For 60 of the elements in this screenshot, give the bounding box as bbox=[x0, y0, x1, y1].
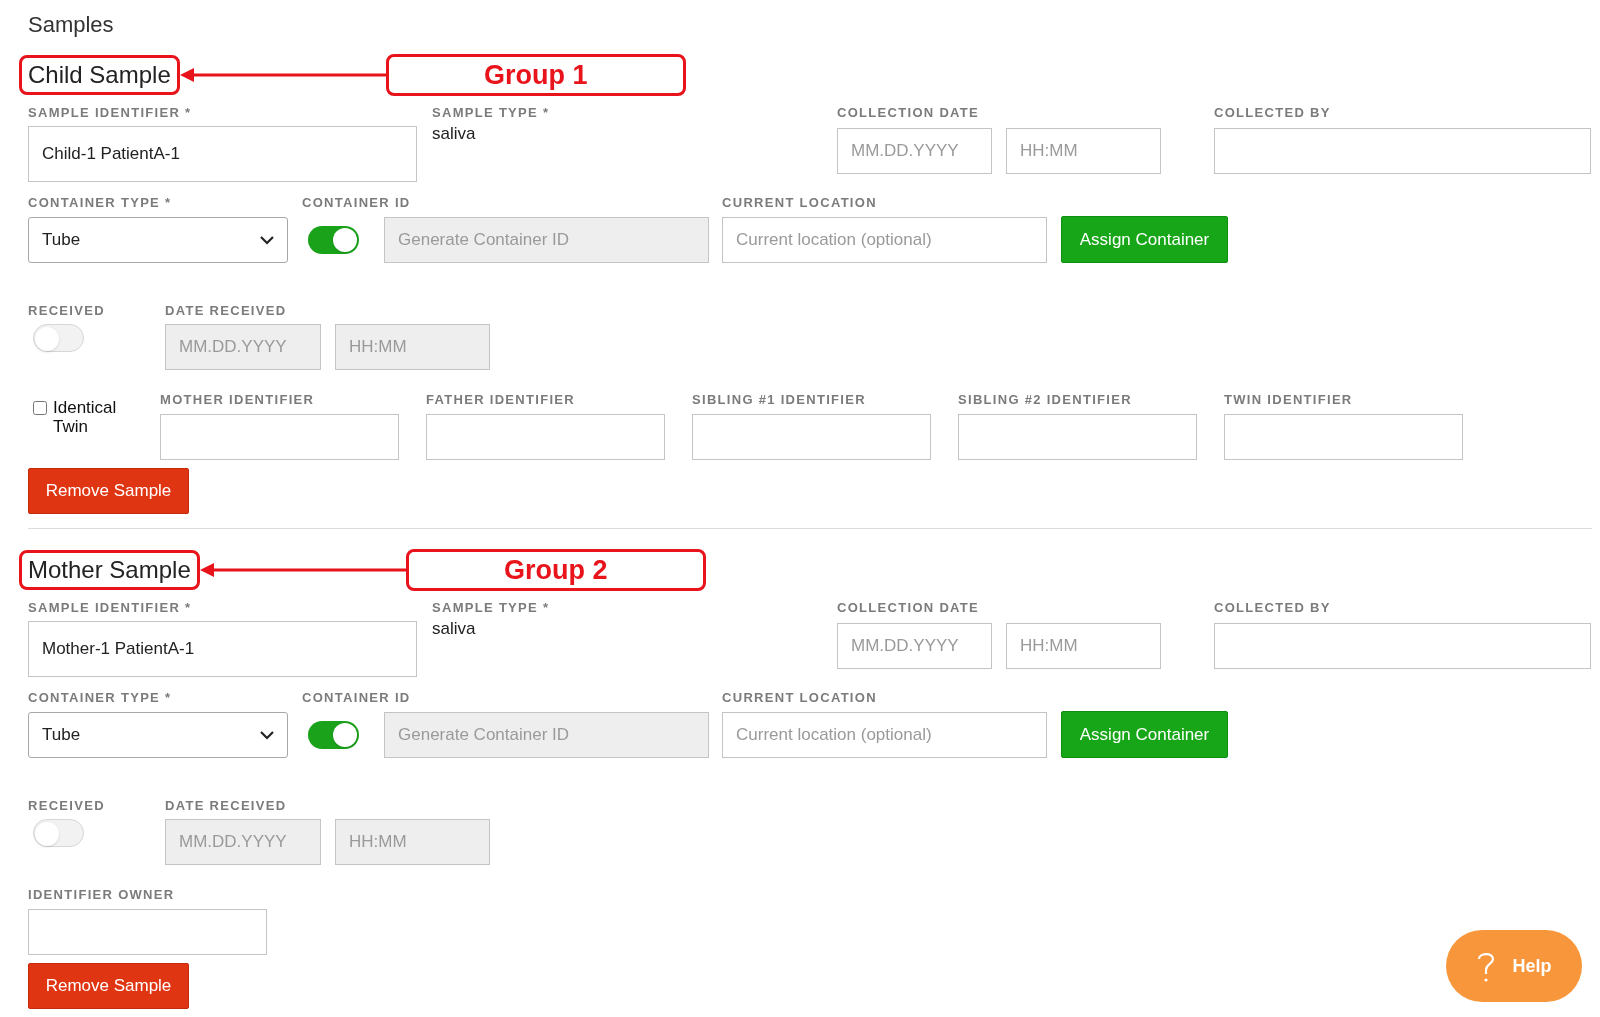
field-label: SAMPLE TYPE * bbox=[432, 599, 551, 616]
section-heading: Mother Sample bbox=[19, 550, 200, 590]
chevron-down-icon bbox=[260, 730, 274, 740]
checkbox-label: Identical Twin bbox=[53, 398, 118, 436]
date-field[interactable]: MM.DD.YYYY bbox=[837, 623, 992, 669]
field-label: COLLECTED BY bbox=[1214, 104, 1332, 121]
question-mark-icon bbox=[1476, 950, 1497, 982]
field-label: CONTAINER TYPE * bbox=[28, 689, 173, 706]
text-field[interactable]: Current location (optional) bbox=[722, 217, 1047, 263]
field-label: SAMPLE IDENTIFIER * bbox=[28, 599, 193, 616]
annotation-label: Group 1 bbox=[385, 54, 686, 96]
checkbox[interactable] bbox=[33, 401, 47, 415]
text-field[interactable] bbox=[692, 414, 931, 460]
field-label: IDENTIFIER OWNER bbox=[28, 886, 176, 903]
time-field[interactable]: HH:MM bbox=[1006, 623, 1161, 669]
field-label: CONTAINER ID bbox=[302, 689, 412, 706]
field-label: CURRENT LOCATION bbox=[722, 194, 878, 211]
text-field[interactable] bbox=[1214, 128, 1591, 174]
section-heading: Child Sample bbox=[19, 55, 180, 95]
field-label: TWIN IDENTIFIER bbox=[1224, 391, 1354, 408]
field-label: COLLECTION DATE bbox=[837, 104, 981, 121]
dropdown[interactable]: Tube bbox=[28, 217, 288, 263]
field-label: FATHER IDENTIFIER bbox=[426, 391, 576, 408]
field-label: MOTHER IDENTIFIER bbox=[160, 391, 316, 408]
field-label: CONTAINER TYPE * bbox=[28, 194, 173, 211]
field-label: RECEIVED bbox=[28, 302, 106, 319]
text-field[interactable]: Mother-1 PatientA-1 bbox=[28, 621, 417, 677]
field-value: saliva bbox=[432, 618, 477, 640]
text-field[interactable]: Current location (optional) bbox=[722, 712, 1047, 758]
text-field[interactable] bbox=[1214, 623, 1591, 669]
chevron-down-icon bbox=[260, 235, 274, 245]
field-label: SAMPLE IDENTIFIER * bbox=[28, 104, 193, 121]
text-field[interactable] bbox=[426, 414, 665, 460]
field-label: SIBLING #2 IDENTIFIER bbox=[958, 391, 1133, 408]
field-label: DATE RECEIVED bbox=[165, 797, 288, 814]
field-value: saliva bbox=[432, 123, 477, 145]
field-label: SAMPLE TYPE * bbox=[432, 104, 551, 121]
field-label: SIBLING #1 IDENTIFIER bbox=[692, 391, 867, 408]
page-title: Samples bbox=[28, 11, 115, 36]
dropdown[interactable]: Tube bbox=[28, 712, 288, 758]
field-label: COLLECTION DATE bbox=[837, 599, 981, 616]
assign-container-button[interactable]: Assign Container bbox=[1061, 711, 1228, 758]
field-label: CURRENT LOCATION bbox=[722, 689, 878, 706]
field-label: COLLECTED BY bbox=[1214, 599, 1332, 616]
toggle-switch[interactable] bbox=[33, 324, 84, 352]
text-field[interactable] bbox=[958, 414, 1197, 460]
remove-sample-button[interactable]: Remove Sample bbox=[28, 963, 189, 1009]
assign-container-button[interactable]: Assign Container bbox=[1061, 216, 1228, 263]
text-field[interactable] bbox=[160, 414, 399, 460]
time-field[interactable]: HH:MM bbox=[1006, 128, 1161, 174]
text-field[interactable] bbox=[1224, 414, 1463, 460]
text-field[interactable] bbox=[28, 909, 267, 955]
text-field[interactable]: Child-1 PatientA-1 bbox=[28, 126, 417, 182]
toggle-switch[interactable] bbox=[33, 819, 84, 847]
field-label: RECEIVED bbox=[28, 797, 106, 814]
field-label: DATE RECEIVED bbox=[165, 302, 288, 319]
remove-sample-button[interactable]: Remove Sample bbox=[28, 468, 189, 514]
date-field[interactable]: MM.DD.YYYY bbox=[837, 128, 992, 174]
field-label: CONTAINER ID bbox=[302, 194, 412, 211]
annotation-label: Group 2 bbox=[405, 549, 706, 591]
